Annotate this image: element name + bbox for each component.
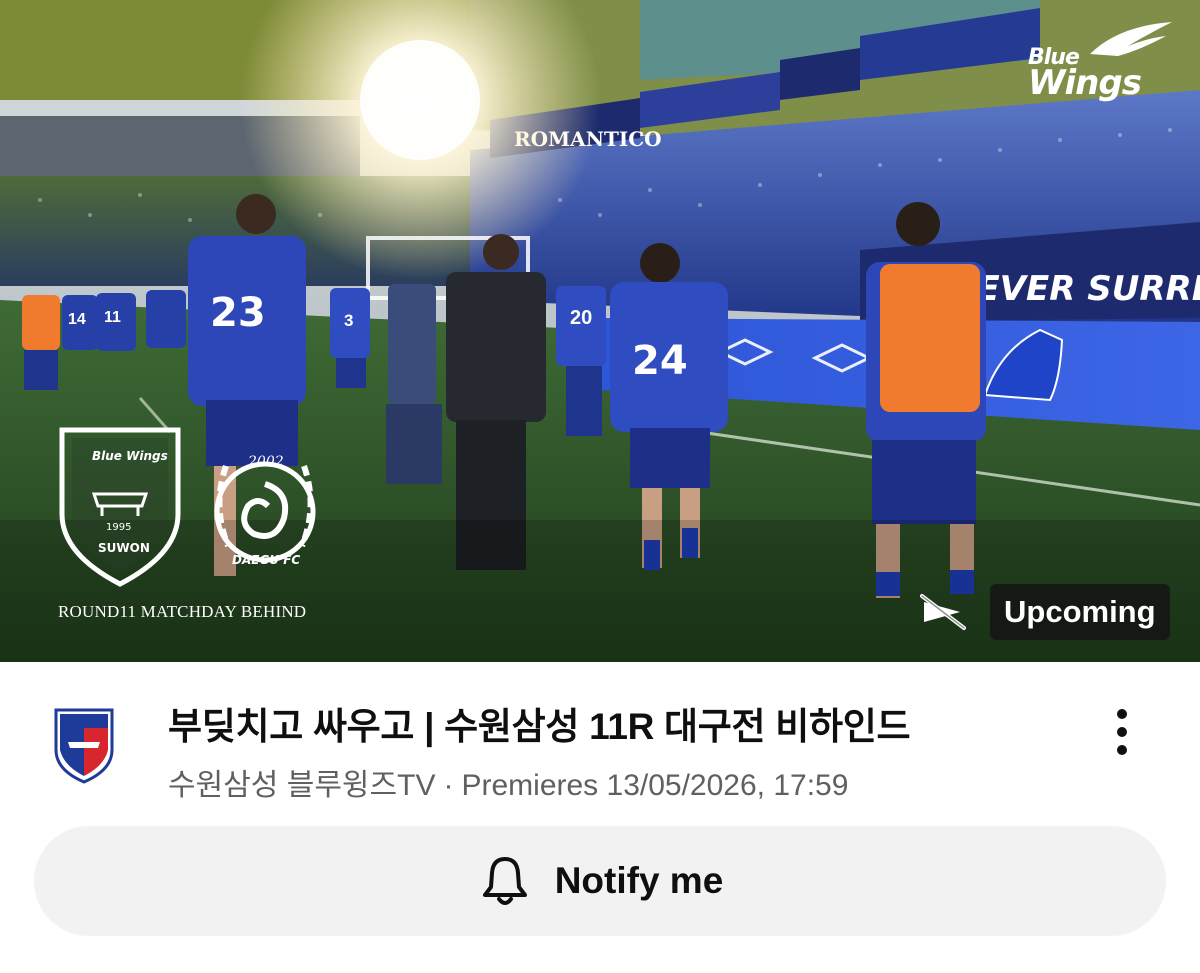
upcoming-overlay: Upcoming — [920, 584, 1170, 640]
video-meta: 수원삼성 블루윙즈TV · Premieres 13/05/2026, 17:59 — [168, 760, 848, 804]
daegu-crest-icon: 2002 DAEGU FC — [214, 454, 316, 567]
premiere-time: Premieres 13/05/2026, 17:59 — [461, 769, 849, 802]
video-title[interactable]: 부딪치고 싸우고 | 수원삼성 11R 대구전 비하인드 — [168, 696, 910, 750]
upcoming-badge: Upcoming — [990, 584, 1170, 640]
mute-icon[interactable] — [920, 592, 968, 632]
svg-text:1995: 1995 — [106, 522, 131, 533]
svg-text:11: 11 — [104, 309, 121, 326]
bell-icon — [482, 857, 527, 905]
suwon-crest-icon: Blue Wings 1995 SUWON — [59, 427, 181, 587]
logo-text-wings: Wings — [1028, 63, 1142, 103]
svg-text:14: 14 — [68, 311, 86, 328]
round-caption: ROUND11 MATCHDAY BEHIND — [58, 602, 307, 621]
svg-text:24: 24 — [632, 338, 688, 384]
svg-text:20: 20 — [570, 307, 592, 329]
meta-separator: · — [443, 769, 454, 802]
video-thumbnail[interactable]: ROMANTICO NEVER SURRENDER 14 — [0, 0, 1200, 662]
svg-text:23: 23 — [210, 290, 266, 336]
svg-text:3: 3 — [344, 311, 353, 330]
bluewings-logo: Blue Wings — [1022, 20, 1172, 100]
svg-text:Blue Wings: Blue Wings — [92, 449, 168, 463]
more-vert-icon — [1117, 709, 1127, 719]
notify-me-label: Notify me — [554, 860, 724, 901]
svg-text:2002: 2002 — [247, 454, 284, 470]
channel-avatar[interactable] — [52, 706, 116, 784]
channel-name[interactable]: 수원삼성 블루윙즈TV — [168, 769, 435, 802]
svg-text:DAEGU FC: DAEGU FC — [232, 553, 300, 567]
notify-me-button[interactable]: Notify me — [34, 826, 1166, 936]
more-options-button[interactable] — [1098, 702, 1146, 762]
svg-text:SUWON: SUWON — [98, 541, 150, 555]
